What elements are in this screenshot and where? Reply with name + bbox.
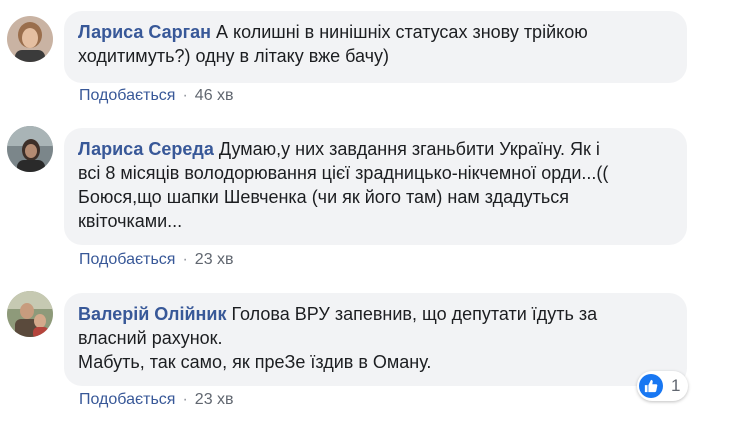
comment-text-line: Голова ВРУ запевнив, що депутати їдуть з… — [231, 304, 598, 324]
comment-timestamp[interactable]: 23 хв — [195, 391, 234, 408]
like-link[interactable]: Подобається — [79, 391, 175, 408]
comment-actions: Подобається · 46 хв — [79, 86, 234, 106]
comment-text-line: квіточками... — [78, 211, 183, 231]
comment-author[interactable]: Лариса Середа — [78, 139, 214, 159]
comment-timestamp[interactable]: 46 хв — [195, 87, 234, 104]
comment-text-line: Думаю,у них завдання зганьбити Україну. … — [218, 139, 600, 159]
comment-text-line: Боюся,що шапки Шевченка (чи як його там)… — [78, 187, 569, 207]
comment-text-line: ходитимуть?) одну в літаку вже бачу) — [78, 46, 390, 66]
avatar-photo-woman — [7, 16, 53, 62]
like-link[interactable]: Подобається — [79, 87, 175, 104]
separator-dot: · — [182, 87, 188, 104]
comment-timestamp[interactable]: 23 хв — [195, 251, 234, 268]
avatar[interactable] — [7, 126, 53, 172]
comment-text-line: А колишні в нинішніх статусах знову трій… — [216, 22, 588, 42]
comment-author[interactable]: Валерій Олійник — [78, 304, 227, 324]
comment-bubble: Лариса Середа Думаю,у них завдання згань… — [64, 128, 687, 245]
like-icon — [639, 374, 663, 398]
avatar-photo-man — [7, 291, 53, 337]
comment-actions: Подобається · 23 хв — [79, 250, 234, 270]
separator-dot: · — [182, 391, 188, 408]
comment-author[interactable]: Лариса Сарган — [78, 22, 211, 42]
separator-dot: · — [182, 251, 188, 268]
comment-actions: Подобається · 23 хв — [79, 390, 234, 410]
comment-bubble: Лариса Сарган А колишні в нинішніх стату… — [64, 11, 687, 83]
comment-bubble: Валерій Олійник Голова ВРУ запевнив, що … — [64, 293, 687, 386]
avatar[interactable] — [7, 291, 53, 337]
comment-text-line: Мабуть, так само, як преЗе їздив в Оману… — [78, 352, 432, 372]
reactions-summary[interactable]: 1 — [637, 371, 689, 401]
like-link[interactable]: Подобається — [79, 251, 175, 268]
avatar-photo-woman — [7, 126, 53, 172]
comment-text-line: всі 8 місяців володорювання цієї зрадниц… — [78, 163, 609, 183]
comment-text-line: власний рахунок. — [78, 328, 223, 348]
reaction-count: 1 — [671, 376, 681, 395]
avatar[interactable] — [7, 16, 53, 62]
